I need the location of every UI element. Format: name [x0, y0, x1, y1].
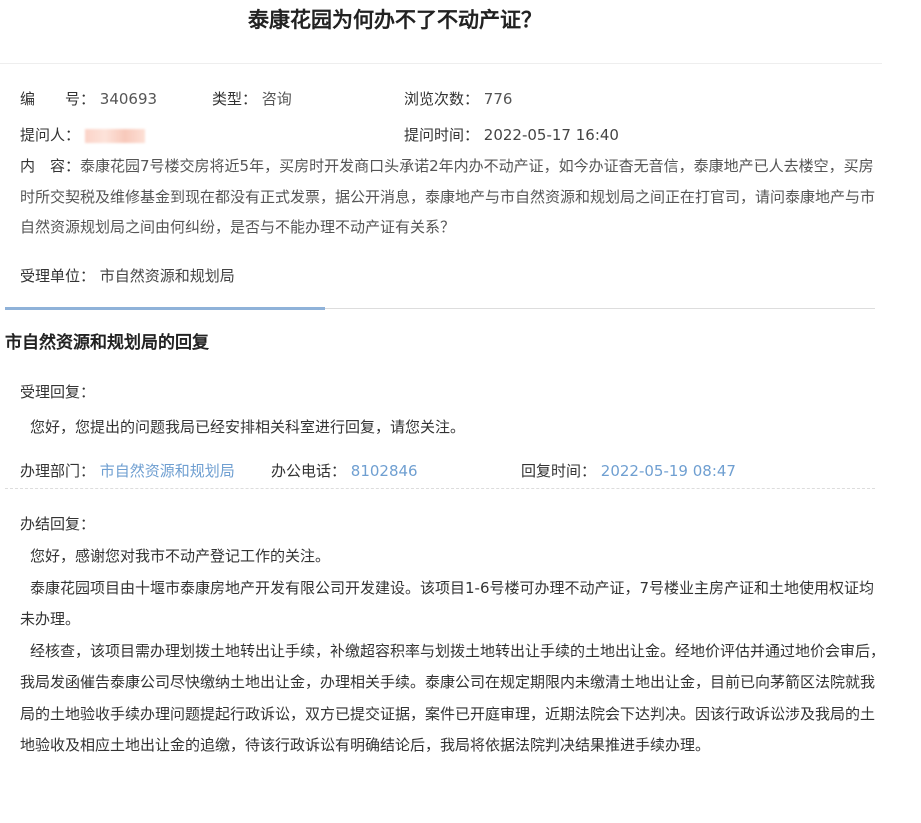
- question-time: 提问时间： 2022-05-17 16:40: [404, 124, 619, 145]
- accept-reply-label: 受理回复：: [20, 383, 96, 401]
- dept-value: 市自然资源和规划局: [99, 267, 235, 285]
- office-label: 办理部门：: [20, 462, 96, 480]
- number-label: 编 号：: [20, 90, 96, 108]
- dept-label: 受理单位：: [20, 267, 96, 285]
- question-views: 浏览次数： 776: [404, 88, 512, 109]
- question-asker: 提问人：: [20, 124, 145, 145]
- phone-value: 8102846: [350, 462, 418, 480]
- question-number: 编 号： 340693: [20, 88, 157, 109]
- views-value: 776: [483, 90, 513, 108]
- type-label: 类型：: [212, 90, 258, 108]
- reply-time-info: 回复时间： 2022-05-19 08:47: [521, 460, 736, 481]
- asktime-label: 提问时间：: [404, 126, 480, 144]
- reply-time-label: 回复时间：: [521, 462, 597, 480]
- phone-label: 办公电话：: [271, 462, 347, 480]
- number-value: 340693: [99, 90, 158, 108]
- question-content: 内 容：泰康花园7号楼交房将近5年，买房时开发商口头承诺2年内办不动产证，如今办…: [20, 151, 886, 243]
- type-value: 咨询: [261, 90, 292, 108]
- title-divider: [0, 63, 882, 64]
- content-text: 泰康花园7号楼交房将近5年，买房时开发商口头承诺2年内办不动产证，如今办证杳无音…: [20, 157, 876, 236]
- reply-time-value: 2022-05-19 08:47: [600, 462, 736, 480]
- question-department: 受理单位： 市自然资源和规划局: [20, 265, 235, 286]
- reply-heading: 市自然资源和规划局的回复: [5, 333, 209, 353]
- final-reply-paragraph: 泰康花园项目由十堰市泰康房地产开发有限公司开发建设。该项目1-6号楼可办理不动产…: [20, 578, 875, 629]
- final-reply-paragraph: 经核查，该项目需办理划拨土地转出让手续，补缴超容积率与划拨土地转出让手续的土地出…: [20, 641, 886, 755]
- office-value: 市自然资源和规划局: [99, 462, 235, 480]
- accept-reply-text: 您好，您提出的问题我局已经安排相关科室进行回复，请您关注。: [30, 418, 466, 436]
- asktime-value: 2022-05-17 16:40: [483, 126, 619, 144]
- asker-name-redacted: [84, 128, 145, 143]
- reply-divider: [5, 488, 875, 489]
- question-type: 类型： 咨询: [212, 88, 292, 109]
- content-label: 内 容：: [20, 157, 81, 175]
- asker-label: 提问人：: [20, 126, 81, 144]
- views-label: 浏览次数：: [404, 90, 480, 108]
- office-info: 办理部门： 市自然资源和规划局: [20, 460, 235, 481]
- final-reply-label: 办结回复：: [20, 515, 96, 533]
- phone-info: 办公电话： 8102846: [271, 460, 418, 481]
- final-reply-paragraph: 您好，感谢您对我市不动产登记工作的关注。: [30, 547, 331, 565]
- section-divider-accent: [5, 307, 325, 310]
- page-title: 泰康花园为何办不了不动产证？: [248, 8, 542, 32]
- final-reply-body: 您好，感谢您对我市不动产登记工作的关注。 泰康花园项目由十堰市泰康房地产开发有限…: [20, 541, 886, 762]
